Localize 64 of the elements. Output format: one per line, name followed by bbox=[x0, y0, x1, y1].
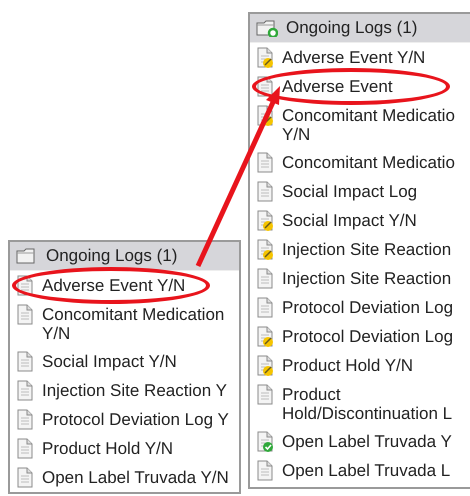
document-icon bbox=[256, 297, 274, 318]
document-pencil-icon bbox=[256, 239, 274, 260]
log-item-label: Adverse Event Y/N bbox=[282, 48, 426, 67]
log-item-label: Product Hold/Discontinuation L bbox=[282, 385, 452, 423]
log-item-label: Social Impact Y/N bbox=[42, 352, 177, 371]
log-item[interactable]: Product Hold Y/N bbox=[250, 351, 470, 380]
log-item[interactable]: Adverse Event Y/N bbox=[10, 271, 239, 300]
log-item[interactable]: Social Impact Y/N bbox=[10, 347, 239, 376]
log-item-label: Concomitant Medicatio Y/N bbox=[282, 106, 455, 144]
log-item[interactable]: Social Impact Y/N bbox=[250, 206, 470, 235]
log-item-label: Protocol Deviation Log bbox=[282, 327, 454, 346]
list-header[interactable]: Ongoing Logs (1) bbox=[250, 14, 470, 43]
document-pencil-icon bbox=[256, 210, 274, 231]
log-item-label: Concomitant Medication Y/N bbox=[42, 305, 224, 343]
log-item-label: Social Impact Y/N bbox=[282, 211, 417, 230]
log-item[interactable]: Open Label Truvada L bbox=[250, 456, 470, 485]
log-item[interactable]: Open Label Truvada Y bbox=[250, 427, 470, 456]
document-icon bbox=[16, 304, 34, 325]
header-title: Ongoing Logs (1) bbox=[46, 246, 178, 266]
log-item-label: Injection Site Reaction Y bbox=[42, 381, 227, 400]
log-item[interactable]: Product Hold Y/N bbox=[10, 434, 239, 463]
list-header[interactable]: Ongoing Logs (1) bbox=[10, 242, 239, 271]
log-item[interactable]: Adverse Event Y/N bbox=[250, 43, 470, 72]
document-check-icon bbox=[256, 431, 274, 452]
log-item[interactable]: Product Hold/Discontinuation L bbox=[250, 380, 470, 427]
log-item-label: Protocol Deviation Log Y bbox=[42, 410, 229, 429]
log-item[interactable]: Concomitant Medicatio bbox=[250, 148, 470, 177]
document-icon bbox=[256, 384, 274, 405]
log-item[interactable]: Concomitant Medicatio Y/N bbox=[250, 101, 470, 148]
document-pencil-icon bbox=[256, 326, 274, 347]
header-title: Ongoing Logs (1) bbox=[286, 18, 418, 38]
log-item-label: Adverse Event bbox=[282, 77, 393, 96]
log-item-label: Open Label Truvada L bbox=[282, 461, 450, 480]
log-item-label: Social Impact Log bbox=[282, 182, 418, 201]
document-icon bbox=[256, 460, 274, 481]
document-pencil-icon bbox=[256, 47, 274, 68]
log-item-label: Concomitant Medicatio bbox=[282, 153, 455, 172]
document-icon bbox=[256, 152, 274, 173]
log-item[interactable]: Adverse Event bbox=[250, 72, 470, 101]
log-item[interactable]: Protocol Deviation Log Y bbox=[10, 405, 239, 434]
log-item[interactable]: Injection Site Reaction Y bbox=[10, 376, 239, 405]
log-item-label: Open Label Truvada Y/N bbox=[42, 468, 229, 487]
document-icon bbox=[16, 351, 34, 372]
log-item-label: Open Label Truvada Y bbox=[282, 432, 452, 451]
document-pencil-icon bbox=[256, 355, 274, 376]
log-item-label: Adverse Event Y/N bbox=[42, 276, 186, 295]
log-item-label: Injection Site Reaction bbox=[282, 269, 452, 288]
document-icon bbox=[16, 438, 34, 459]
log-item-label: Product Hold Y/N bbox=[42, 439, 174, 458]
log-item[interactable]: Social Impact Log bbox=[250, 177, 470, 206]
log-item[interactable]: Injection Site Reaction bbox=[250, 264, 470, 293]
log-item[interactable]: Injection Site Reaction bbox=[250, 235, 470, 264]
document-icon bbox=[16, 409, 34, 430]
log-item-label: Injection Site Reaction bbox=[282, 240, 452, 259]
log-item[interactable]: Protocol Deviation Log bbox=[250, 293, 470, 322]
document-icon bbox=[16, 380, 34, 401]
document-icon bbox=[256, 268, 274, 289]
document-icon bbox=[16, 467, 34, 488]
log-item[interactable]: Open Label Truvada Y/N bbox=[10, 463, 239, 492]
log-item-label: Product Hold Y/N bbox=[282, 356, 414, 375]
log-item[interactable]: Concomitant Medication Y/N bbox=[10, 300, 239, 347]
document-icon bbox=[256, 181, 274, 202]
log-item[interactable]: Protocol Deviation Log bbox=[250, 322, 470, 351]
log-item-label: Protocol Deviation Log bbox=[282, 298, 454, 317]
